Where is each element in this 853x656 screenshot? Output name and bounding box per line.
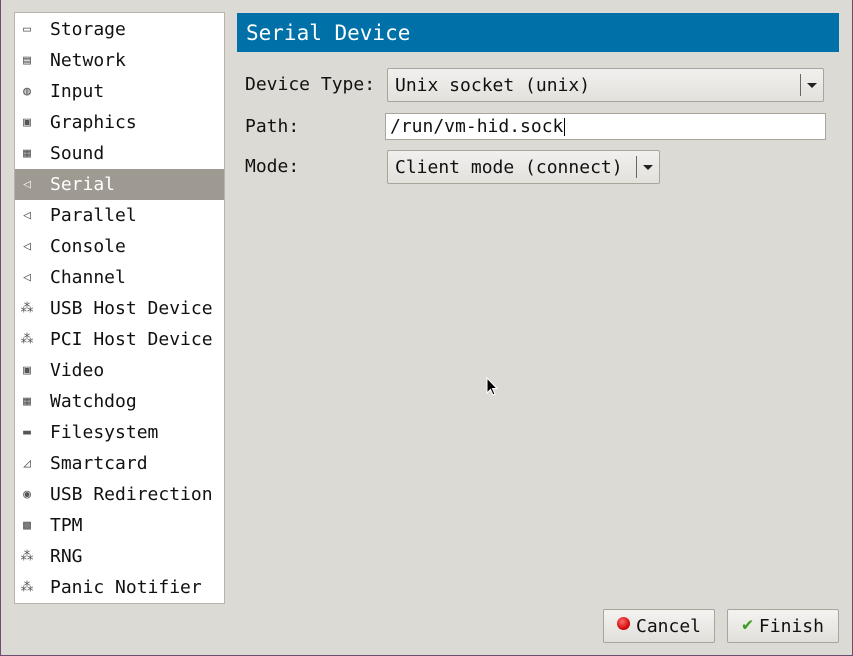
sidebar-item-label: Smartcard [50,453,148,474]
sidebar-item-usb-redirection[interactable]: ◉ USB Redirection [15,479,224,510]
watchdog-icon: ▦ [23,394,31,409]
cancel-icon [616,616,630,630]
sidebar-item-label: TPM [50,515,83,536]
channel-port-icon: ◁ [23,270,31,285]
mode-dropdown[interactable]: Client mode (connect) [387,150,660,184]
sidebar-item-channel[interactable]: ◁ Channel [15,262,224,293]
parallel-port-icon: ◁ [23,208,31,223]
page-title: Serial Device [246,20,411,45]
path-input[interactable]: /run/vm-hid.sock [385,113,826,140]
finish-label: Finish [758,615,824,637]
smartcard-icon: ◿ [23,456,31,471]
serial-port-icon: ◁ [23,177,31,192]
sidebar-item-label: Watchdog [50,391,137,412]
sidebar-item-watchdog[interactable]: ▦ Watchdog [15,386,224,417]
pci-device-icon: ⁂ [20,332,34,347]
panic-notifier-icon: ⁂ [20,580,34,595]
folder-icon: ▬ [23,425,31,440]
sidebar-item-storage[interactable]: ▭ Storage [15,14,224,45]
video-monitor-icon: ▣ [23,363,31,378]
usb-redirection-icon: ◉ [23,487,31,502]
sidebar-item-graphics[interactable]: ▣ Graphics [15,107,224,138]
device-type-dropdown[interactable]: Unix socket (unix) [387,68,824,102]
sidebar-item-sound[interactable]: ▦ Sound [15,138,224,169]
sidebar-item-smartcard[interactable]: ◿ Smartcard [15,448,224,479]
usb-device-icon: ⁂ [20,301,34,316]
rng-icon: ⁂ [20,549,34,564]
sidebar-item-console[interactable]: ◁ Console [15,231,224,262]
mouse-pointer-icon [486,376,499,396]
sidebar-item-filesystem[interactable]: ▬ Filesystem [15,417,224,448]
mode-value: Client mode (connect) [395,156,623,178]
network-icon: ▤ [23,53,31,68]
sidebar-item-label: USB Redirection [50,484,213,505]
sidebar-item-label: Console [50,236,126,257]
sidebar-item-label: Filesystem [50,422,159,443]
sidebar-item-label: USB Host Device [50,298,213,319]
sidebar-item-label: RNG [50,546,83,567]
sidebar-item-label: Network [50,50,126,71]
finish-button[interactable]: ✔ Finish [727,609,839,643]
text-caret [564,117,566,136]
device-type-label: Device Type: [245,74,376,95]
sidebar-item-label: Sound [50,143,105,164]
hardware-list[interactable]: ▭ Storage ▤ Network ◍ Input ▣ Graphics ▦ Sound ◁ Se… [14,12,225,604]
device-type-value: Unix socket (unix) [395,74,591,96]
sidebar-item-rng[interactable]: ⁂ RNG [15,541,224,572]
sidebar-item-network[interactable]: ▤ Network [15,45,224,76]
sidebar-item-label: PCI Host Device [50,329,213,350]
chevron-down-icon[interactable] [801,82,823,88]
sidebar-item-label: Storage [50,19,126,40]
sidebar-item-pci-host-device[interactable]: ⁂ PCI Host Device [15,324,224,355]
sidebar-item-label: Graphics [50,112,137,133]
sidebar-item-label: Parallel [50,205,137,226]
sidebar-item-panic-notifier[interactable]: ⁂ Panic Notifier [15,572,224,603]
path-label: Path: [245,116,300,137]
chip-icon: ▩ [23,518,31,533]
sidebar-item-label: Input [50,81,105,102]
storage-icon: ▭ [23,22,31,37]
sidebar-item-video[interactable]: ▣ Video [15,355,224,386]
sidebar-item-label: Panic Notifier [50,577,202,598]
mode-label: Mode: [245,156,300,177]
cancel-label: Cancel [635,615,702,637]
monitor-icon: ▣ [23,115,31,130]
sidebar-item-tpm[interactable]: ▩ TPM [15,510,224,541]
sidebar-item-label: Channel [50,267,126,288]
sound-card-icon: ▦ [23,146,31,161]
sidebar-item-label: Video [50,360,105,381]
sidebar-item-label: Serial [50,174,116,195]
sidebar-item-parallel[interactable]: ◁ Parallel [15,200,224,231]
cancel-button[interactable]: Cancel [603,609,715,643]
mouse-icon: ◍ [23,84,31,99]
sidebar-item-usb-host-device[interactable]: ⁂ USB Host Device [15,293,224,324]
checkmark-icon: ✔ [742,613,753,635]
console-port-icon: ◁ [23,239,31,254]
path-value: /run/vm-hid.sock [390,116,564,137]
sidebar-item-serial[interactable]: ◁ Serial [15,169,224,200]
page-title-bar: Serial Device [237,13,839,52]
sidebar-item-input[interactable]: ◍ Input [15,76,224,107]
chevron-down-icon[interactable] [637,164,659,170]
